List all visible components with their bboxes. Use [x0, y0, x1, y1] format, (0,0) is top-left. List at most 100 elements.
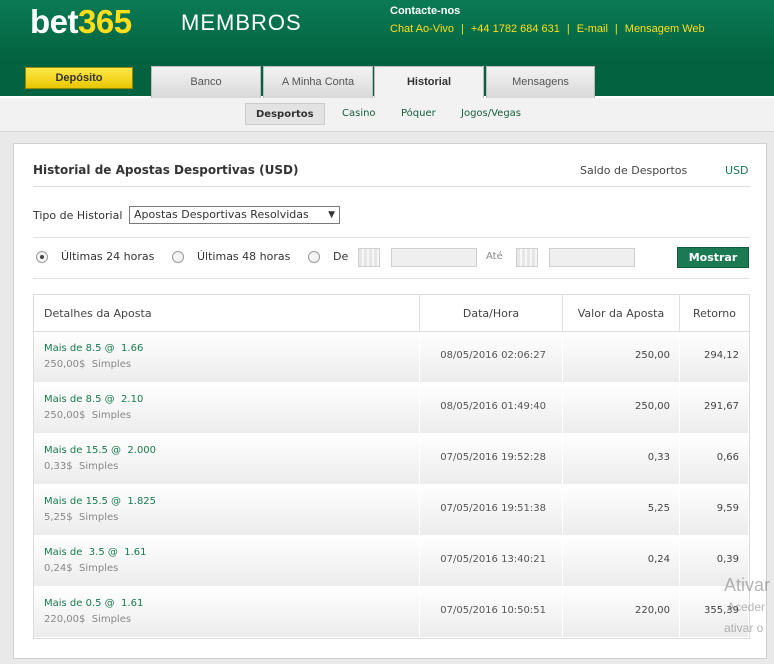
stake-value: 0,33 — [647, 452, 670, 463]
live-chat-link[interactable]: Chat Ao-Vivo — [390, 23, 454, 35]
stake-cell: 5,25 — [563, 485, 680, 535]
tab-a-minha-conta[interactable]: A Minha Conta — [263, 66, 373, 98]
activation-watermark-title: Ativar — [724, 575, 771, 595]
contact-links: Chat Ao-Vivo | +44 1782 684 631 | E-mail | Men… — [390, 23, 705, 35]
date-to-input[interactable] — [549, 248, 635, 267]
table-row[interactable]: Mais de 3.5 @ 1.61 0,24$ Simples 07/05/20… — [34, 536, 749, 587]
bet-details-cell: Mais de 8.5 @ 2.10 250,00$ Simples — [34, 383, 420, 433]
separator: | — [461, 23, 464, 35]
datetime-cell: 07/05/2016 10:50:51 — [420, 587, 563, 637]
subnav-desportos[interactable]: Desportos — [245, 103, 325, 125]
date-from-input[interactable] — [391, 248, 477, 267]
bet-selection-link[interactable]: Mais de 0.5 @ 1.61 — [44, 598, 143, 609]
bet-details-cell: Mais de 8.5 @ 1.66 250,00$ Simples — [34, 332, 420, 382]
radio-label-48h: Últimas 48 horas — [197, 250, 291, 263]
return-value: 291,67 — [704, 401, 739, 412]
separator: | — [566, 23, 570, 35]
table-row[interactable]: Mais de 15.5 @ 2.000 0,33$ Simples 07/05/… — [34, 434, 749, 485]
separator: | — [614, 23, 618, 35]
table-header-row: Detalhes da Aposta Data/Hora Valor da Ap… — [34, 295, 749, 332]
history-type-value: Apostas Desportivas Resolvidas — [134, 208, 309, 221]
datetime-value: 07/05/2016 19:52:28 — [440, 452, 546, 463]
stake-cell: 250,00 — [563, 332, 680, 382]
sports-balance-label: Saldo de Desportos — [580, 164, 688, 177]
return-value: 9,59 — [716, 503, 739, 514]
bet-stake-type: 250,00$ Simples — [44, 359, 132, 370]
bet-details-cell: Mais de 15.5 @ 1.825 5,25$ Simples — [34, 485, 420, 535]
stake-value: 220,00 — [635, 605, 670, 616]
bet-details-cell: Mais de 3.5 @ 1.61 0,24$ Simples — [34, 536, 420, 586]
return-value: 0,39 — [716, 554, 739, 565]
return-value: 294,12 — [704, 350, 739, 361]
datetime-value: 07/05/2016 10:50:51 — [440, 605, 546, 616]
bet-stake-type: 0,24$ Simples — [44, 563, 119, 574]
header-bet-details: Detalhes da Aposta — [34, 295, 420, 331]
radio-date-range[interactable] — [308, 251, 320, 263]
subnav-jogos-vegas[interactable]: Jogos/Vegas — [461, 103, 521, 125]
until-label: Até — [486, 251, 503, 262]
email-link[interactable]: E-mail — [577, 23, 608, 35]
datetime-cell: 07/05/2016 19:52:28 — [420, 434, 563, 484]
bet-selection-link[interactable]: Mais de 8.5 @ 2.10 — [44, 394, 143, 405]
bet365-logo[interactable]: bet365 — [30, 4, 132, 40]
stake-value: 5,25 — [647, 503, 670, 514]
table-row[interactable]: Mais de 15.5 @ 1.825 5,25$ Simples 07/05/… — [34, 485, 749, 536]
contact-title: Contacte-nos — [390, 5, 461, 17]
return-cell: 294,12 — [680, 332, 749, 382]
bet-stake-type: 5,25$ Simples — [44, 512, 119, 523]
sub-nav: Desportos Casino Póquer Jogos/Vegas — [0, 98, 774, 132]
divider — [33, 278, 750, 279]
history-type-select[interactable]: Apostas Desportivas Resolvidas ▼ — [129, 206, 340, 224]
tab-mensagens[interactable]: Mensagens — [486, 66, 595, 98]
sports-balance-currency[interactable]: USD — [725, 164, 749, 177]
datetime-cell: 07/05/2016 19:51:38 — [420, 485, 563, 535]
logo-highlight: 365 — [78, 3, 132, 40]
table-row[interactable]: Mais de 8.5 @ 2.10 250,00$ Simples 08/05/… — [34, 383, 749, 434]
datetime-cell: 08/05/2016 01:49:40 — [420, 383, 563, 433]
stake-value: 250,00 — [635, 350, 670, 361]
header-return: Retorno — [693, 307, 736, 320]
tab-historial[interactable]: Historial — [374, 66, 484, 100]
datetime-cell: 07/05/2016 13:40:21 — [420, 536, 563, 586]
table-row[interactable]: Mais de 0.5 @ 1.61 220,00$ Simples 07/05/… — [34, 587, 749, 638]
chevron-down-icon: ▼ — [328, 210, 335, 220]
activation-watermark-line: ativar o — [724, 621, 764, 635]
calendar-from-icon[interactable] — [358, 248, 380, 267]
web-message-link[interactable]: Mensagem Web — [625, 23, 705, 35]
subnav-casino[interactable]: Casino — [342, 103, 376, 125]
activation-watermark-line: Aceder — [727, 600, 766, 614]
radio-label-de: De — [333, 250, 349, 263]
return-value: 0,66 — [716, 452, 739, 463]
bet-stake-type: 0,33$ Simples — [44, 461, 119, 472]
stake-cell: 0,33 — [563, 434, 680, 484]
show-button[interactable]: Mostrar — [677, 247, 749, 268]
stake-value: 250,00 — [635, 401, 670, 412]
stake-cell: 250,00 — [563, 383, 680, 433]
phone-link[interactable]: +44 1782 684 631 — [471, 23, 560, 35]
radio-last-24h[interactable] — [36, 251, 48, 263]
deposit-button[interactable]: Depósito — [25, 67, 133, 89]
calendar-to-icon[interactable] — [516, 248, 538, 267]
bet-selection-link[interactable]: Mais de 15.5 @ 2.000 — [44, 445, 156, 456]
tab-banco[interactable]: Banco — [151, 66, 261, 98]
bet-selection-link[interactable]: Mais de 3.5 @ 1.61 — [44, 547, 147, 558]
divider — [33, 186, 750, 187]
bet-selection-link[interactable]: Mais de 8.5 @ 1.66 — [44, 343, 143, 354]
return-cell: 0,66 — [680, 434, 749, 484]
subnav-poquer[interactable]: Póquer — [401, 103, 436, 125]
return-cell: 291,67 — [680, 383, 749, 433]
stake-value: 0,24 — [647, 554, 670, 565]
history-type-label: Tipo de Historial — [33, 209, 123, 222]
table-row[interactable]: Mais de 8.5 @ 1.66 250,00$ Simples 08/05/… — [34, 332, 749, 383]
bet-history-table: Detalhes da Aposta Data/Hora Valor da Ap… — [33, 294, 750, 639]
datetime-cell: 08/05/2016 02:06:27 — [420, 332, 563, 382]
members-title: MEMBROS — [181, 10, 302, 35]
header-datetime: Data/Hora — [420, 295, 563, 331]
bet-selection-link[interactable]: Mais de 15.5 @ 1.825 — [44, 496, 156, 507]
return-cell: 9,59 — [680, 485, 749, 535]
datetime-value: 08/05/2016 02:06:27 — [440, 350, 546, 361]
header-stake: Valor da Aposta — [563, 295, 680, 331]
radio-last-48h[interactable] — [172, 251, 184, 263]
bet-stake-type: 250,00$ Simples — [44, 410, 132, 421]
bet-details-cell: Mais de 0.5 @ 1.61 220,00$ Simples — [34, 587, 420, 637]
